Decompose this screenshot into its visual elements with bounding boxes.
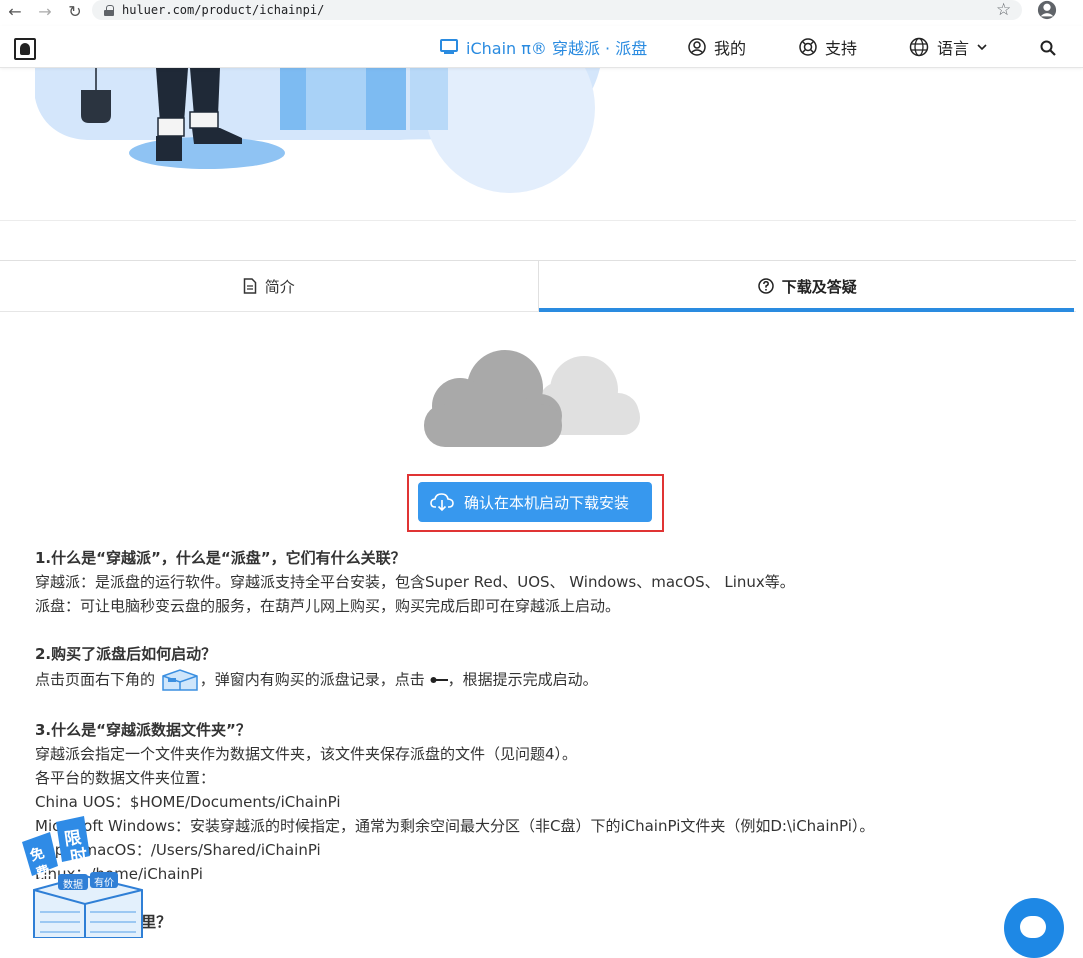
download-button-label: 确认在本机启动下载安装	[464, 493, 630, 512]
document-icon	[243, 278, 256, 294]
product-icon	[440, 39, 458, 54]
faq-answer-text: 穿越派：是派盘的运行软件。穿越派支持全平台安装，包含Super Red、UOS、…	[35, 573, 795, 591]
nav-support-label: 支持	[825, 39, 858, 58]
download-install-button[interactable]: 确认在本机启动下载安装	[418, 482, 652, 522]
url-text: huluer.com/product/ichainpi/	[122, 3, 325, 17]
back-icon[interactable]: ←	[0, 0, 30, 22]
nav-support[interactable]: 支持	[799, 26, 857, 68]
chat-support-button[interactable]	[1004, 898, 1064, 958]
tab-bar: 简介 下载及答疑	[0, 260, 1076, 312]
browser-toolbar: ← → ↻ huluer.com/product/ichainpi/ ☆	[0, 0, 1083, 22]
pi-disk-icon	[162, 669, 198, 691]
tab-download-faq-label: 下载及答疑	[781, 277, 857, 296]
search-icon[interactable]	[1040, 40, 1056, 56]
faq-question-1: 1.什么是“穿越派”，什么是“派盘”，它们有什么关联？	[35, 549, 406, 567]
hero-artwork	[35, 68, 600, 193]
faq-answer-fragment: ，弹窗内有购买的派盘记录，点击	[199, 670, 425, 689]
faq-question-3: 3.什么是“穿越派数据文件夹”？	[35, 721, 251, 739]
faq-answer-text: Linux：/home/iChainPi	[35, 865, 203, 883]
faq-answer-text: Microsoft Windows：安装穿越派的时候指定，通常为剩余空间最大分区…	[35, 817, 875, 835]
faq-question-4: 4.派盘文件存哪里？	[35, 910, 1035, 934]
hero-illustration	[0, 68, 1076, 221]
key-icon	[430, 677, 448, 683]
faq-answer-text: 点击页面右下角的 ，弹窗内有购买的派盘记录，点击 ，根据提示完成启动。	[35, 666, 1035, 694]
profile-avatar-icon[interactable]	[1036, 0, 1058, 20]
cloud-icon	[424, 350, 640, 447]
nav-brand-label: iChain π® 穿越派 · 派盘	[466, 39, 648, 58]
nav-mine[interactable]: 我的	[688, 26, 746, 68]
nav-language-label: 语言	[937, 39, 970, 58]
address-bar[interactable]: huluer.com/product/ichainpi/	[92, 0, 1022, 20]
promo-float-badge[interactable]: 免 费 限 时 数据 有价	[20, 812, 150, 939]
chevron-down-icon	[977, 44, 987, 51]
tab-download-faq[interactable]: 下载及答疑	[537, 261, 1077, 312]
faq-answer-fragment: ，根据提示完成启动。	[447, 670, 598, 689]
faq-question-2: 2.购买了派盘后如何启动？	[35, 645, 217, 663]
faq-answer-text: 各平台的数据文件夹位置：	[35, 769, 216, 787]
tab-intro-label: 简介	[264, 277, 295, 296]
user-icon	[688, 38, 706, 56]
reload-icon[interactable]: ↻	[60, 0, 90, 22]
site-logo[interactable]	[14, 38, 36, 60]
cloud-download-icon	[430, 493, 454, 512]
forward-icon[interactable]: →	[30, 0, 60, 22]
promo-text: 时	[69, 845, 89, 869]
faq-answer-text: Apple macOS：/Users/Shared/iChainPi	[35, 841, 321, 859]
nav-mine-label: 我的	[714, 39, 747, 58]
bookmark-star-icon[interactable]: ☆	[996, 0, 1011, 20]
faq-answer-text: 派盘：可让电脑秒变云盘的服务，在葫芦儿网上购买，购买完成后即可在穿越派上启动。	[35, 597, 621, 615]
site-header: iChain π® 穿越派 · 派盘 我的 支持 语言	[0, 26, 1083, 68]
promo-label: 有价	[94, 878, 114, 889]
lock-icon	[104, 4, 114, 16]
promo-label: 数据	[63, 880, 83, 891]
nav-language[interactable]: 语言	[909, 26, 987, 68]
globe-icon	[909, 37, 929, 57]
question-circle-icon	[757, 278, 774, 294]
nav-brand[interactable]: iChain π® 穿越派 · 派盘	[440, 26, 647, 68]
faq-answer-text: China UOS：$HOME/Documents/iChainPi	[35, 793, 341, 811]
support-icon	[799, 38, 817, 56]
faq-section: 1.什么是“穿越派”，什么是“派盘”，它们有什么关联？ 穿越派：是派盘的运行软件…	[35, 546, 1035, 934]
tab-intro[interactable]: 简介	[0, 261, 538, 311]
faq-answer-text: 穿越派会指定一个文件夹作为数据文件夹，该文件夹保存派盘的文件（见问题4）。	[35, 745, 578, 763]
faq-answer-fragment: 点击页面右下角的	[35, 670, 156, 689]
